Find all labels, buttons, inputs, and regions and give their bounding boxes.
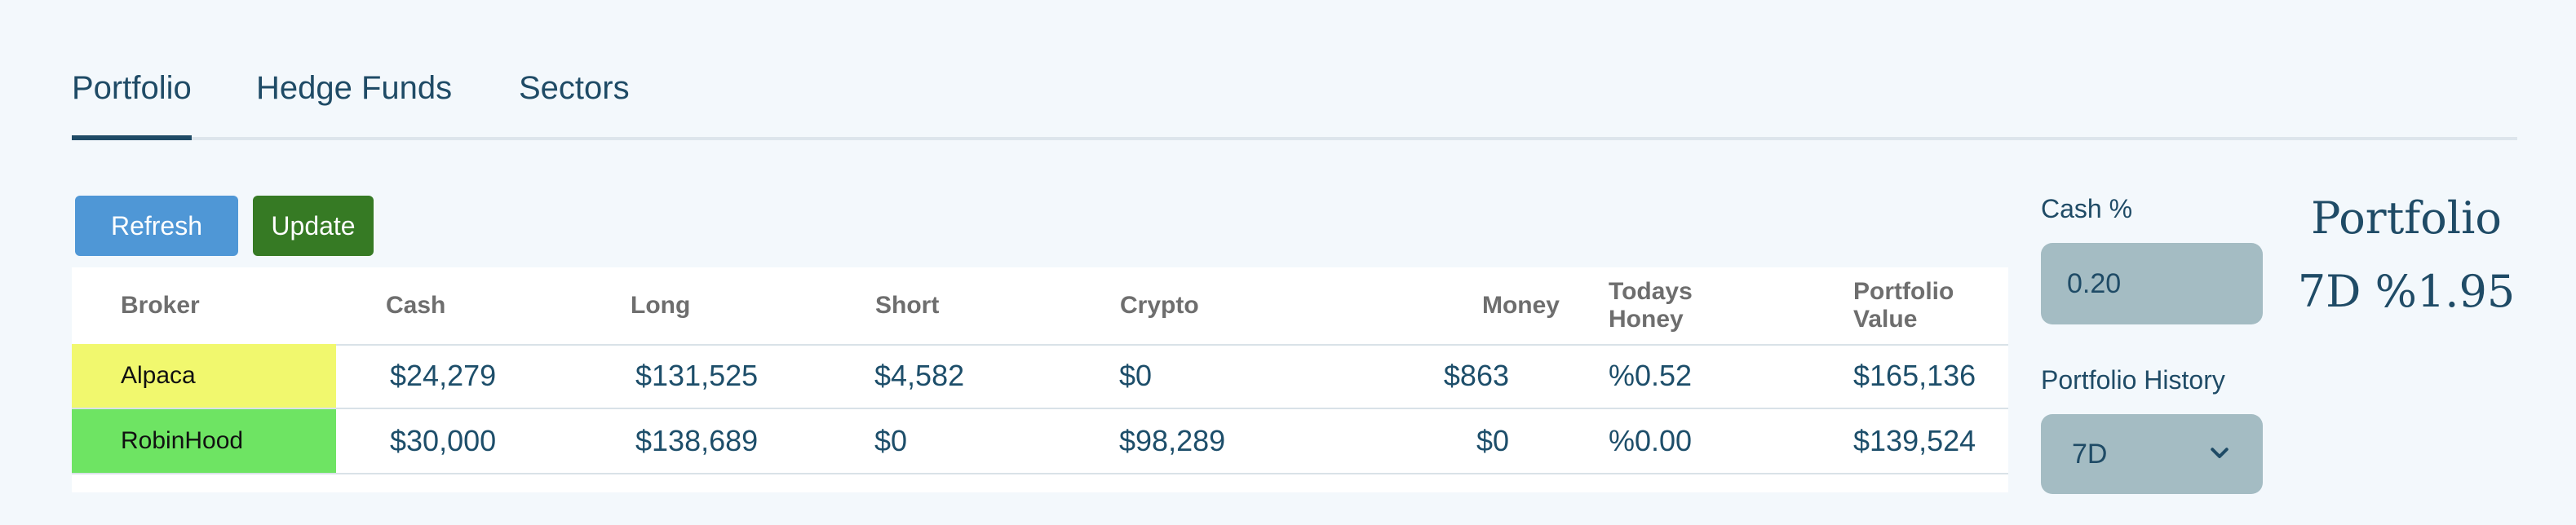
- portfolio-history-select[interactable]: 7D: [2041, 414, 2263, 494]
- portfolio-value-cell: $165,136: [1853, 359, 1976, 392]
- cash-cell: $24,279: [390, 359, 497, 392]
- portfolio-summary-change: 7D %1.95: [2297, 266, 2516, 317]
- broker-cell-robinhood: RobinHood: [72, 409, 336, 473]
- cash-pct-label: Cash %: [2041, 194, 2133, 223]
- tab-hedge-funds[interactable]: Hedge Funds: [256, 70, 452, 107]
- table-row[interactable]: RobinHood $30,000 $138,689 $0 $98,289 $0…: [72, 409, 2008, 474]
- header-broker: Broker: [121, 292, 200, 319]
- portfolio-history-value: 7D: [2072, 438, 2108, 470]
- table-row[interactable]: Alpaca $24,279 $131,525 $4,582 $0 $863 %…: [72, 344, 2008, 409]
- table-header-row: Broker Cash Long Short Crypto Money Toda…: [72, 267, 2008, 346]
- todays-honey-cell: %0.00: [1609, 424, 1693, 457]
- refresh-button[interactable]: Refresh: [75, 196, 238, 256]
- header-todays-honey-line2: Honey: [1609, 306, 1684, 333]
- portfolio-value-cell: $139,524: [1853, 424, 1976, 457]
- crypto-cell: $0: [1119, 359, 1153, 392]
- chevron-down-icon: [2211, 448, 2229, 458]
- tab-bar: Portfolio Hedge Funds Sectors: [72, 49, 2517, 140]
- crypto-cell: $98,289: [1119, 424, 1226, 457]
- short-cell: $4,582: [874, 359, 965, 392]
- header-portfolio-value-line2: Value: [1853, 306, 1918, 333]
- tab-portfolio[interactable]: Portfolio: [72, 70, 192, 140]
- cash-pct-input[interactable]: [2041, 243, 2263, 324]
- portfolio-history-label: Portfolio History: [2041, 365, 2225, 395]
- long-cell: $131,525: [635, 359, 759, 392]
- header-portfolio-value-line1: Portfolio: [1853, 278, 1954, 305]
- header-todays-honey-line1: Todays: [1609, 278, 1693, 305]
- tab-sectors[interactable]: Sectors: [519, 70, 630, 107]
- portfolio-table: Broker Cash Long Short Crypto Money Toda…: [72, 267, 2008, 492]
- header-todays-honey: Todays Honey: [1609, 267, 1693, 344]
- header-portfolio-value: Portfolio Value: [1853, 267, 1954, 344]
- money-cell: $863: [1443, 359, 1509, 392]
- money-cell: $0: [1476, 424, 1509, 457]
- header-crypto: Crypto: [1120, 292, 1199, 319]
- cash-cell: $30,000: [390, 424, 497, 457]
- header-long: Long: [631, 292, 691, 319]
- broker-cell-alpaca: Alpaca: [72, 344, 336, 408]
- header-cash: Cash: [386, 292, 446, 319]
- header-short: Short: [875, 292, 940, 319]
- header-money: Money: [1481, 292, 1560, 319]
- short-cell: $0: [874, 424, 908, 457]
- update-button[interactable]: Update: [253, 196, 374, 256]
- portfolio-summary-title: Portfolio: [2311, 192, 2502, 244]
- long-cell: $138,689: [635, 424, 759, 457]
- todays-honey-cell: %0.52: [1609, 359, 1693, 392]
